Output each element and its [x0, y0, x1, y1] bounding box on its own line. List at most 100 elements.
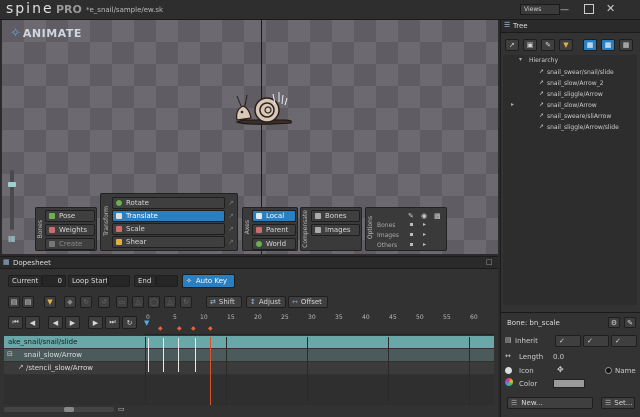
- parent-axes-button[interactable]: Parent: [252, 224, 296, 236]
- tree-root-expand-icon[interactable]: ▾: [519, 56, 522, 63]
- loop-start-input[interactable]: [108, 275, 130, 287]
- rotate-tool-button[interactable]: Rotate: [112, 197, 225, 209]
- dopesheet-row-2[interactable]: ⊟ snail_slow/Arrow: [4, 349, 494, 361]
- name-radio[interactable]: [605, 367, 612, 374]
- shear-key-icon[interactable]: ↗: [228, 238, 234, 246]
- tree-attachments-filter-icon[interactable]: ✎: [541, 39, 555, 51]
- key-tool-icon-2[interactable]: ↻: [80, 296, 92, 308]
- lock-icon[interactable]: ▩: [434, 212, 441, 220]
- filter-icon[interactable]: ▼: [44, 296, 56, 308]
- horizontal-scrollbar[interactable]: [4, 407, 114, 412]
- playhead-line[interactable]: [210, 337, 211, 405]
- key-tool-icon-6[interactable]: ◯: [148, 296, 160, 308]
- views-dropdown[interactable]: Views: [520, 4, 560, 15]
- icon-radio[interactable]: [505, 367, 512, 374]
- key-tick-1[interactable]: [148, 338, 149, 372]
- options-images-dot[interactable]: [410, 233, 413, 236]
- next-key-icon[interactable]: ▶: [88, 316, 103, 329]
- tree-item-2[interactable]: ➚ snail_slow/Arrow_2: [503, 79, 637, 89]
- options-images-arrow[interactable]: ▸: [423, 231, 426, 238]
- key-tool-icon-8[interactable]: ↻: [180, 296, 192, 308]
- names-visibility-icon[interactable]: ◉: [421, 212, 427, 220]
- row-expand-icon[interactable]: ⊟: [7, 350, 13, 358]
- last-frame-icon[interactable]: ⏭: [105, 316, 120, 329]
- play-reverse-icon[interactable]: ◀: [48, 316, 63, 329]
- compensate-images-button[interactable]: Images: [311, 224, 360, 236]
- first-frame-icon[interactable]: ⏮: [8, 316, 23, 329]
- key-tick-2[interactable]: [163, 338, 164, 372]
- tree-bones-filter-icon[interactable]: ➚: [505, 39, 519, 51]
- zoom-slider[interactable]: [8, 170, 16, 230]
- auto-key-button[interactable]: ✧ Auto Key: [182, 274, 235, 288]
- keyframe-marker-4[interactable]: ◆: [208, 325, 213, 332]
- inherit-rotation-toggle[interactable]: ✓: [555, 335, 581, 347]
- minimize-icon[interactable]: —: [560, 5, 570, 15]
- keyframe-marker-2[interactable]: ◆: [177, 325, 182, 332]
- zoom-slider-handle[interactable]: [8, 182, 16, 187]
- key-tool-icon-3[interactable]: ↺: [98, 296, 110, 308]
- keyframe-marker-1[interactable]: ◆: [158, 325, 163, 332]
- bone-extra-icon[interactable]: ✎: [624, 317, 636, 328]
- copy-key-icon[interactable]: ▤: [8, 296, 20, 308]
- dopesheet-close-icon[interactable]: □: [486, 258, 493, 266]
- length-value[interactable]: 0.0: [553, 353, 564, 361]
- ruler[interactable]: 0 5 10 15 20 25 30 35 40 45 50 55 60 ▼ ◆…: [144, 313, 494, 335]
- options-bones-arrow[interactable]: ▸: [423, 221, 426, 228]
- zoom-toggle-icon[interactable]: ▭: [118, 405, 125, 413]
- key-tool-icon-4[interactable]: ▭: [116, 296, 128, 308]
- create-tool-button[interactable]: Create: [45, 238, 95, 250]
- pose-tool-button[interactable]: Pose: [45, 210, 95, 222]
- tree-item-5[interactable]: ➚ snail_sweare/sliArrow: [503, 112, 637, 122]
- weights-tool-button[interactable]: Weights: [45, 224, 95, 236]
- shift-button[interactable]: ⇄ Shift: [206, 296, 242, 308]
- new-button[interactable]: ☰ New...: [507, 397, 593, 409]
- tree-item-6[interactable]: ➚ snail_sliggle/Arrow/slide: [503, 123, 637, 133]
- options-others-arrow[interactable]: ▸: [423, 241, 426, 248]
- translate-key-icon[interactable]: ↗: [228, 212, 234, 220]
- maximize-icon[interactable]: [584, 4, 594, 14]
- adjust-button[interactable]: ↕ Adjust: [246, 296, 286, 308]
- key-tick-3[interactable]: [178, 338, 179, 372]
- key-tool-icon-7[interactable]: △: [164, 296, 176, 308]
- options-bones-dot[interactable]: [410, 223, 413, 226]
- compensate-bones-button[interactable]: Bones: [311, 210, 360, 222]
- loop-icon[interactable]: ↻: [122, 316, 137, 329]
- play-icon[interactable]: ▶: [65, 316, 80, 329]
- world-axes-button[interactable]: World: [252, 238, 296, 250]
- tree-item-expand-icon[interactable]: ▸: [511, 101, 514, 108]
- tree-root-row[interactable]: ▾ Hierarchy: [503, 56, 637, 66]
- previous-key-icon[interactable]: ◀: [25, 316, 40, 329]
- rotate-key-icon[interactable]: ↗: [228, 199, 234, 207]
- local-axes-button[interactable]: Local: [252, 210, 296, 222]
- snail-skeleton[interactable]: [233, 90, 295, 130]
- dopesheet-row-3[interactable]: ➚ /stencil_slow/Arrow: [4, 362, 494, 374]
- scrollbar-thumb[interactable]: [64, 407, 74, 412]
- paste-key-icon[interactable]: ▤: [22, 296, 34, 308]
- tree-slots-filter-icon[interactable]: ▣: [523, 39, 537, 51]
- tree-expand-icon[interactable]: ▦: [583, 39, 597, 51]
- end-input[interactable]: [156, 275, 178, 287]
- shear-tool-button[interactable]: Shear: [112, 236, 225, 248]
- inherit-reflection-toggle[interactable]: ✓: [611, 335, 637, 347]
- key-tool-icon-1[interactable]: ◆: [64, 296, 76, 308]
- bone-icon-picker[interactable]: ✥: [557, 365, 564, 374]
- bone-settings-icon[interactable]: ⚙: [608, 317, 620, 328]
- tree-more-icon[interactable]: ▦: [619, 39, 633, 51]
- tree-item-3[interactable]: ➚ snail_sliggle/Arrow: [503, 90, 637, 100]
- tree-collapse-icon[interactable]: ▦: [601, 39, 615, 51]
- set-button[interactable]: ☰ Set...: [601, 397, 635, 409]
- options-others-dot[interactable]: [410, 243, 413, 246]
- bone-visibility-icon[interactable]: ✎: [408, 212, 414, 220]
- current-frame-input[interactable]: 0: [42, 275, 66, 287]
- scale-key-icon[interactable]: ↗: [228, 225, 234, 233]
- playhead-marker[interactable]: ▼: [144, 319, 149, 327]
- close-icon[interactable]: ✕: [606, 2, 615, 15]
- tree-item-1[interactable]: ➚ snail_swear/snail/slide: [503, 68, 637, 78]
- dopesheet-row-selected[interactable]: ake_snail/snail/slide: [4, 336, 494, 348]
- inherit-scale-toggle[interactable]: ✓: [583, 335, 609, 347]
- translate-tool-button[interactable]: Translate: [112, 210, 225, 222]
- keyframe-marker-3[interactable]: ◆: [191, 325, 196, 332]
- key-tick-4[interactable]: [195, 338, 196, 372]
- tree-item-4[interactable]: ▸ ➚ snail_slow/Arrow: [503, 101, 637, 111]
- zoom-fit-icon[interactable]: ▦: [8, 234, 16, 243]
